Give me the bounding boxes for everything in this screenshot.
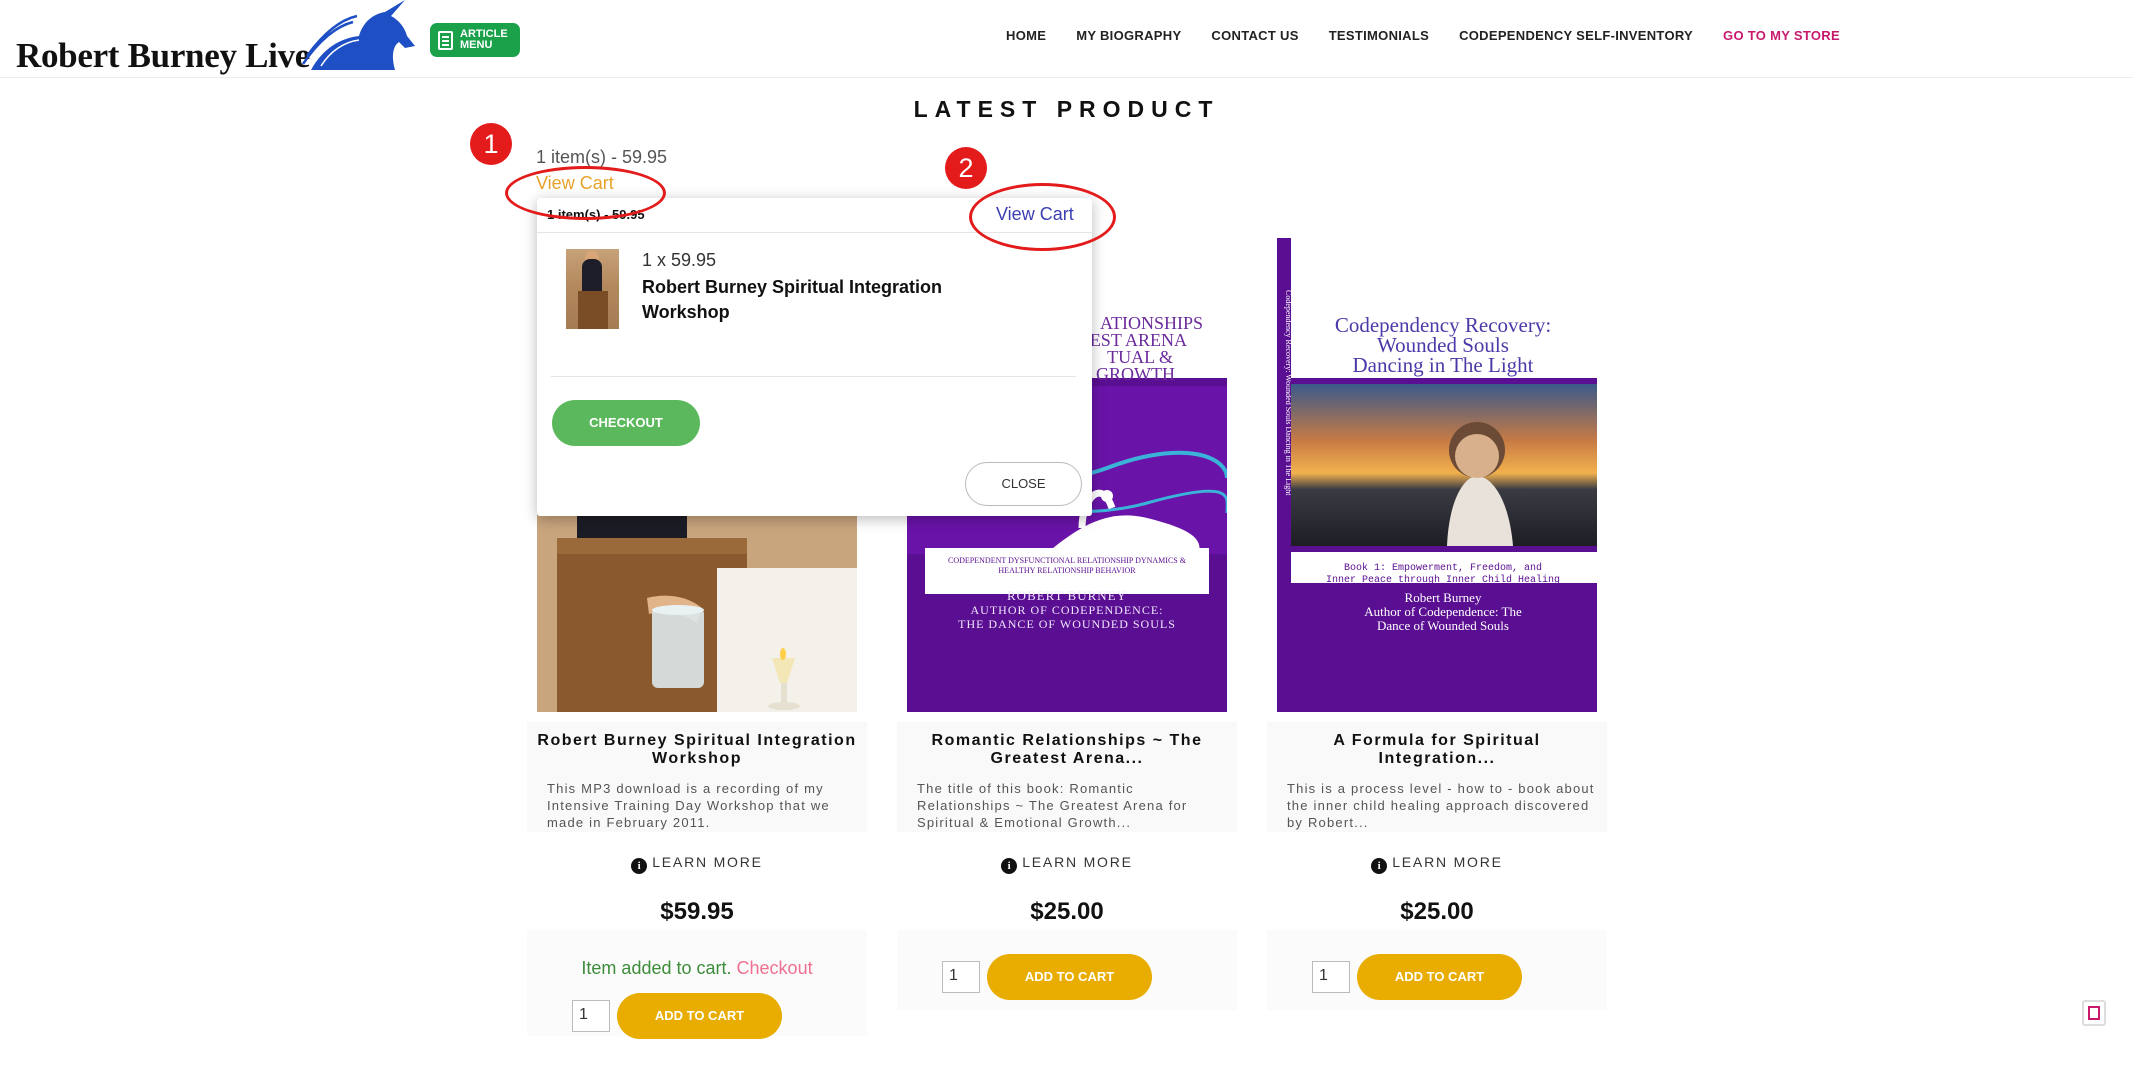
learn-more-label: LEARN MORE bbox=[652, 854, 763, 870]
bookmark-icon[interactable] bbox=[2082, 1000, 2106, 1026]
product-price: $59.95 bbox=[660, 898, 734, 925]
checkout-link[interactable]: Checkout bbox=[737, 958, 813, 978]
section-title: LATEST PRODUCT bbox=[913, 96, 1220, 122]
site-logo[interactable]: Robert Burney Live bbox=[16, 0, 416, 75]
nav-go-to-my-store[interactable]: GO TO MY STORE bbox=[1723, 28, 1840, 43]
quantity-input[interactable]: 1 bbox=[572, 1000, 610, 1032]
nav-testimonials[interactable]: TESTIMONIALS bbox=[1329, 28, 1429, 43]
product-price: $25.00 bbox=[1400, 898, 1474, 925]
product-title[interactable]: Romantic Relationships ~ The Greatest Ar… bbox=[902, 732, 1232, 768]
cover-title: GROWTH bbox=[1096, 364, 1175, 384]
cover-band-text: CODEPENDENT DYSFUNCTIONAL RELATIONSHIP D… bbox=[948, 556, 1187, 565]
nav-my-biography[interactable]: MY BIOGRAPHY bbox=[1076, 28, 1181, 43]
menu-label: MENU bbox=[460, 39, 493, 51]
logo-text: Robert Burney Live bbox=[16, 36, 311, 75]
cover-title: Dancing in The Light bbox=[1353, 353, 1534, 377]
quantity-input[interactable]: 1 bbox=[1312, 961, 1350, 993]
product-description: The title of this book: Romantic Relatio… bbox=[917, 781, 1188, 830]
cart-summary: 1 item(s) - 59.95 bbox=[536, 147, 668, 167]
cover-author: THE DANCE OF WOUNDED SOULS bbox=[958, 617, 1176, 631]
document-icon bbox=[438, 31, 453, 50]
add-to-cart-button[interactable]: ADD TO CART bbox=[987, 954, 1152, 1000]
close-button[interactable]: CLOSE bbox=[965, 462, 1082, 506]
divider bbox=[551, 376, 1076, 377]
quantity-input[interactable]: 1 bbox=[942, 961, 980, 993]
product-image[interactable]: Codependency Recovery: Wounded Souls Dan… bbox=[1277, 238, 1597, 712]
article-menu-button[interactable]: ARTICLE MENU bbox=[430, 23, 520, 57]
product-title[interactable]: A Formula for Spiritual Integration... bbox=[1272, 732, 1602, 768]
learn-more-link[interactable]: i LEARN MORE bbox=[907, 854, 1227, 874]
annotation-marker-2: 2 bbox=[945, 147, 987, 189]
unicorn-logo-icon bbox=[301, 0, 415, 70]
cover-subtitle: Book 1: Empowerment, Freedom, and bbox=[1344, 562, 1542, 574]
cover-author: AUTHOR OF CODEPENDENCE: bbox=[970, 603, 1163, 617]
cover-subtitle: Inner Peace through Inner Child Healing bbox=[1326, 574, 1560, 586]
product-price: $25.00 bbox=[1030, 898, 1104, 925]
nav-home[interactable]: HOME bbox=[1006, 28, 1046, 43]
product-description: This MP3 download is a recording of my I… bbox=[547, 781, 830, 830]
added-text: Item added to cart. bbox=[581, 958, 732, 978]
learn-more-label: LEARN MORE bbox=[1022, 854, 1133, 870]
add-to-cart-button[interactable]: ADD TO CART bbox=[1357, 954, 1522, 1000]
checkout-button[interactable]: CHECKOUT bbox=[552, 400, 700, 446]
learn-more-link[interactable]: i LEARN MORE bbox=[1277, 854, 1597, 874]
annotation-ring-1 bbox=[505, 166, 666, 220]
cover-band-text: HEALTHY RELATIONSHIP BEHAVIOR bbox=[998, 566, 1136, 575]
annotation-ring-2 bbox=[969, 183, 1116, 251]
info-icon: i bbox=[1371, 858, 1388, 874]
cover-author: Robert Burney bbox=[1405, 590, 1482, 605]
added-to-cart-message: Item added to cart. Checkout bbox=[537, 958, 857, 979]
info-icon: i bbox=[631, 858, 648, 874]
cover-author: Author of Codependence: The bbox=[1364, 604, 1522, 619]
product-description: This is a process level - how to - book … bbox=[1287, 781, 1595, 830]
nav-contact-us[interactable]: CONTACT US bbox=[1211, 28, 1298, 43]
main-nav: HOME MY BIOGRAPHY CONTACT US TESTIMONIAL… bbox=[1006, 28, 1840, 43]
product-title[interactable]: Robert Burney Spiritual Integration Work… bbox=[532, 732, 862, 768]
add-to-cart-button[interactable]: ADD TO CART bbox=[617, 993, 782, 1039]
cover-author: Dance of Wounded Souls bbox=[1377, 618, 1509, 633]
cart-item-qty-price: 1 x 59.95 bbox=[642, 250, 717, 270]
learn-more-label: LEARN MORE bbox=[1392, 854, 1503, 870]
cart-item-thumbnail[interactable] bbox=[566, 249, 619, 329]
info-icon: i bbox=[1001, 858, 1018, 874]
nav-codependency-self-inventory[interactable]: CODEPENDENCY SELF-INVENTORY bbox=[1459, 28, 1693, 43]
annotation-marker-1: 1 bbox=[470, 123, 512, 165]
cart-item-name[interactable]: Robert Burney Spiritual Integration Work… bbox=[642, 275, 1022, 325]
site-header: Robert Burney Live ARTICLE MENU HOME MY … bbox=[0, 0, 2133, 78]
learn-more-link[interactable]: i LEARN MORE bbox=[537, 854, 857, 874]
cover-author: ROBERT BURNEY bbox=[1007, 588, 1127, 603]
